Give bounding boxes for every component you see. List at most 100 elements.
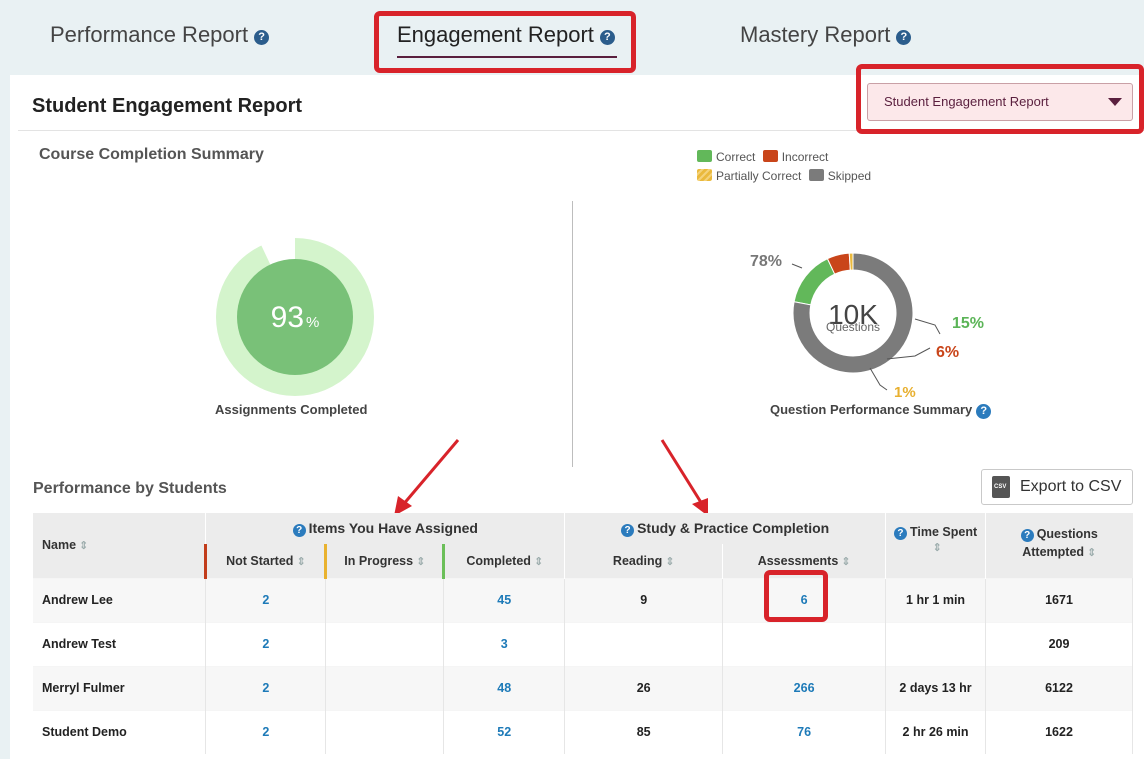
help-icon[interactable]: ?: [599, 30, 615, 45]
tab-label: Performance Report: [50, 22, 249, 47]
export-label: Export to CSV: [1020, 478, 1122, 495]
cell-completed[interactable]: 45: [443, 577, 566, 622]
help-icon[interactable]: ?: [976, 404, 992, 419]
help-icon[interactable]: ?: [621, 524, 635, 537]
cell-assessments[interactable]: 266: [722, 665, 887, 710]
sort-icon[interactable]: ⇕: [841, 556, 850, 568]
cell-completed[interactable]: 52: [443, 709, 566, 754]
column-header-name[interactable]: Name ⇕: [33, 513, 207, 578]
page-title: Student Engagement Report: [32, 95, 303, 117]
group-header-items-assigned: ? Items You Have Assigned: [205, 513, 566, 544]
export-csv-button[interactable]: CSV Export to CSV: [981, 469, 1133, 505]
tab-label: Mastery Report: [740, 22, 891, 47]
callout-line-partial: [869, 367, 888, 391]
student-name: Merryl Fulmer: [33, 665, 207, 710]
cell-reading: 85: [564, 709, 724, 754]
cell-not-started[interactable]: 2: [205, 621, 327, 666]
completion-gauge: 93%: [216, 237, 374, 396]
help-icon[interactable]: ?: [254, 30, 270, 45]
cell-reading: 26: [564, 665, 724, 710]
report-type-select[interactable]: Student Engagement Report: [867, 83, 1133, 121]
label-correct: 15%: [952, 315, 984, 332]
help-icon[interactable]: ?: [896, 30, 912, 45]
table-row: Student Demo 2 52 85 76 2 hr 26 min 1622: [33, 709, 1133, 754]
column-header-questions-attempted[interactable]: ? Questions Attempted ⇕: [985, 513, 1133, 578]
legend-swatch-correct: [697, 150, 712, 162]
legend-row: Correct Incorrect: [697, 148, 871, 167]
section-title: Course Completion Summary: [39, 146, 264, 163]
sort-icon[interactable]: ⇕: [416, 556, 425, 568]
student-name: Andrew Lee: [33, 577, 207, 622]
question-caption-text: Question Performance Summary: [770, 402, 973, 417]
legend-label: Partially Correct: [716, 169, 802, 183]
column-header-time-spent[interactable]: ? Time Spent ⇕: [885, 513, 987, 578]
legend-label: Incorrect: [781, 150, 829, 164]
red-arrow-right: [660, 439, 704, 505]
sort-icon[interactable]: ⇕: [534, 556, 543, 568]
column-header-in-progress[interactable]: In Progress ⇕: [324, 544, 444, 578]
legend-swatch-partial: [697, 169, 712, 181]
cell-in-progress: [325, 709, 445, 754]
active-tab-underline: [397, 56, 617, 58]
table-row: Andrew Test 2 3 209: [33, 621, 1133, 666]
report-tabs: Performance Report? Engagement Report? M…: [10, 0, 1144, 75]
column-header-not-started[interactable]: Not Started ⇕: [204, 544, 326, 578]
completion-caption: Assignments Completed: [215, 402, 368, 417]
cell-in-progress: [325, 621, 445, 666]
tab-mastery-report[interactable]: Mastery Report?: [740, 22, 912, 48]
group-header-study-practice: ? Study & Practice Completion: [564, 513, 887, 544]
cell-not-started[interactable]: 2: [205, 665, 327, 710]
sort-icon[interactable]: ⇕: [1087, 547, 1096, 559]
chart-legend: Correct Incorrect Partially Correct Skip…: [697, 148, 871, 186]
caret-down-icon: [1108, 98, 1122, 106]
tab-label: Engagement Report: [397, 22, 594, 47]
cell-assessments[interactable]: 6: [722, 577, 887, 622]
label-skipped: 78%: [750, 253, 782, 270]
cell-completed[interactable]: 48: [443, 665, 566, 710]
cell-questions: 6122: [985, 665, 1133, 710]
donut-segment-correct: [793, 258, 836, 306]
cell-assessments[interactable]: [722, 621, 887, 666]
question-caption: Question Performance Summary?: [770, 402, 992, 419]
column-header-completed[interactable]: Completed ⇕: [442, 544, 566, 578]
section-title: Performance by Students: [33, 480, 227, 497]
question-unit: Questions: [826, 320, 880, 334]
student-name: Andrew Test: [33, 621, 207, 666]
help-icon[interactable]: ?: [292, 524, 306, 537]
cell-completed[interactable]: 3: [443, 621, 566, 666]
column-header-assessments[interactable]: Assessments ⇕: [722, 544, 887, 578]
cell-questions: 1671: [985, 577, 1133, 622]
cell-time-spent: 2 days 13 hr: [885, 665, 987, 710]
cell-time-spent: [885, 621, 987, 666]
help-icon[interactable]: ?: [1020, 529, 1034, 542]
question-donut-chart: 10K Questions 78% 15% 6% 1%: [750, 252, 984, 401]
callout-line-correct: [914, 318, 941, 335]
csv-file-icon: CSV: [992, 476, 1010, 498]
sort-icon[interactable]: ⇕: [665, 556, 674, 568]
sort-icon[interactable]: ⇕: [79, 540, 88, 552]
tab-engagement-report[interactable]: Engagement Report?: [397, 22, 617, 58]
column-header-reading[interactable]: Reading ⇕: [564, 544, 724, 578]
cell-time-spent: 2 hr 26 min: [885, 709, 987, 754]
sort-icon[interactable]: ⇕: [296, 556, 305, 568]
sort-icon[interactable]: ⇕: [932, 542, 941, 554]
label-incorrect: 6%: [936, 344, 959, 361]
cell-in-progress: [325, 665, 445, 710]
cell-reading: 9: [564, 577, 724, 622]
cell-questions: 1622: [985, 709, 1133, 754]
help-icon[interactable]: ?: [893, 527, 907, 540]
tab-performance-report[interactable]: Performance Report?: [50, 22, 270, 48]
cell-not-started[interactable]: 2: [205, 577, 327, 622]
donut-segment-partial: [848, 252, 854, 271]
legend-swatch-incorrect: [762, 150, 778, 162]
cell-not-started[interactable]: 2: [205, 709, 327, 754]
cell-assessments[interactable]: 76: [722, 709, 887, 754]
legend-label: Skipped: [827, 169, 872, 183]
students-table: Name ⇕ ? Items You Have Assigned ? Study & …: [33, 513, 1133, 754]
cell-time-spent: 1 hr 1 min: [885, 577, 987, 622]
cell-in-progress: [325, 577, 445, 622]
annotation-arrows: [394, 439, 708, 516]
red-arrow-left: [400, 439, 460, 507]
left-gutter: [0, 0, 10, 759]
callout-line-skipped: [791, 263, 803, 269]
